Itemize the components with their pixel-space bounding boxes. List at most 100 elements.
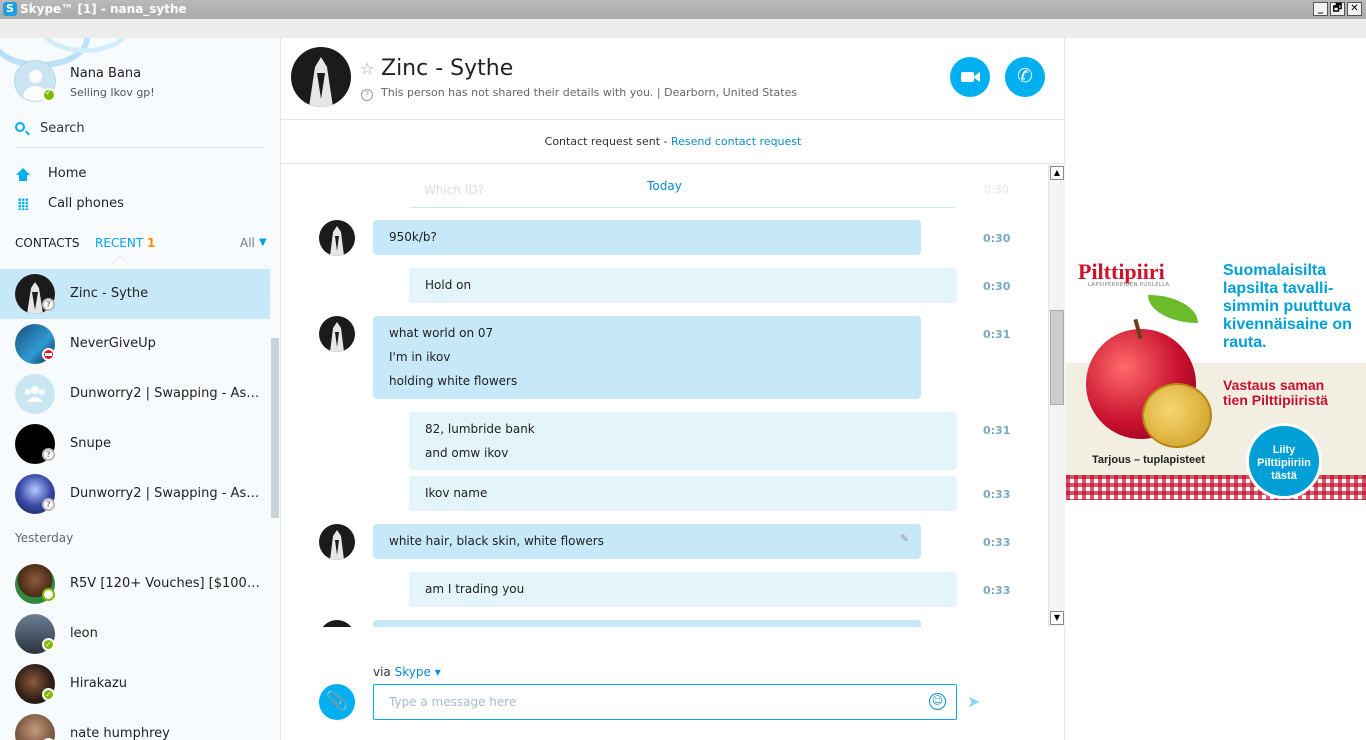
nav-home-label: Home: [48, 166, 87, 181]
contact-item[interactable]: ? Dunworry2 | Swapping - Ask...: [0, 469, 270, 519]
unknown-status-icon: ?: [42, 498, 55, 511]
window-title-bar: S Skype™ [1] - nana_sythe _ 🗗 ✕: [0, 0, 1366, 19]
sidebar-scrollbar[interactable]: [271, 338, 279, 518]
contact-list: ? Zinc - Sythe NeverGiveUp Dunworry2 | S…: [0, 269, 270, 740]
yesterday-label: Yesterday: [15, 531, 74, 545]
skype-logo-icon: S: [3, 2, 17, 16]
profile-name[interactable]: Nana Bana: [70, 66, 141, 81]
contact-item[interactable]: NeverGiveUp: [0, 319, 270, 369]
message-text: and omw ikov: [425, 446, 509, 460]
restore-button[interactable]: 🗗: [1330, 2, 1345, 16]
message-bubble-incoming[interactable]: 950k/b?: [373, 220, 921, 255]
message-bubble-incoming[interactable]: what world on 07 I'm in ikov holding whi…: [373, 316, 921, 399]
message-timestamp: 0:33: [983, 584, 1011, 597]
emoticon-icon[interactable]: ☺: [929, 693, 946, 710]
message-timestamp: 0:30: [983, 280, 1011, 293]
message-bubble-outgoing[interactable]: am I trading you: [409, 572, 957, 607]
contact-name: nate humphrey: [70, 726, 170, 740]
contact-item[interactable]: ✓ nate humphrey: [0, 709, 270, 740]
profile-mood[interactable]: Selling Ikov gp!: [70, 86, 155, 99]
dialpad-icon: [15, 197, 31, 211]
contact-avatar: [15, 714, 55, 740]
message-timestamp: 0:33: [983, 536, 1011, 549]
chevron-down-icon[interactable]: ▼: [259, 237, 267, 248]
sender-avatar[interactable]: [319, 620, 355, 627]
message-timestamp: 0:31: [983, 424, 1011, 437]
nav-call-phones-label: Call phones: [48, 196, 124, 211]
paperclip-icon: 📎: [325, 691, 349, 712]
message-scrollbar[interactable]: ▲ ▼: [1048, 165, 1065, 627]
message-bubble-incoming[interactable]: white hair, black skin, white flowers ✎: [373, 524, 921, 559]
search-box[interactable]: Search: [15, 120, 265, 148]
online-status-icon: ✓: [42, 638, 55, 651]
contact-item[interactable]: ? Snupe: [0, 419, 270, 469]
favorite-star-icon[interactable]: ☆: [360, 59, 374, 78]
scroll-down-arrow-icon[interactable]: ▼: [1050, 611, 1064, 625]
help-icon: ?: [361, 89, 373, 101]
window-controls: _ 🗗 ✕: [1313, 2, 1362, 16]
via-service[interactable]: Skype: [395, 665, 431, 679]
contact-item[interactable]: ✓ leon: [0, 609, 270, 659]
ad-answer: Vastaus saman tien Pilttipiiristä: [1223, 377, 1329, 408]
contact-item[interactable]: ✓ Hirakazu: [0, 659, 270, 709]
online-status-icon[interactable]: [42, 88, 56, 102]
minimize-button[interactable]: _: [1313, 2, 1328, 16]
message-text: 950k/b?: [389, 230, 437, 244]
tab-contacts[interactable]: CONTACTS: [15, 236, 80, 250]
unknown-status-icon: ?: [42, 298, 55, 311]
scrollbar-thumb[interactable]: [1050, 310, 1064, 405]
filter-dropdown[interactable]: All: [240, 236, 255, 250]
contact-name: Snupe: [70, 436, 111, 451]
sender-avatar[interactable]: [319, 220, 355, 256]
attach-file-button[interactable]: 📎: [319, 684, 355, 720]
contact-item[interactable]: R5V [120+ Vouches] [$100 Do...: [0, 559, 270, 609]
resend-request-link[interactable]: Resend contact request: [671, 135, 801, 148]
today-label: Today: [647, 179, 682, 193]
via-selector[interactable]: via Skype ▾: [373, 665, 441, 679]
contact-item[interactable]: ? Zinc - Sythe: [0, 269, 270, 319]
date-divider: [410, 207, 955, 208]
ad-offer: Tarjous – tuplapisteet: [1092, 454, 1205, 466]
contact-name: Zinc - Sythe: [70, 286, 149, 301]
send-icon[interactable]: ➤: [967, 692, 980, 711]
contact-request-bar: Contact request sent - Resend contact re…: [281, 120, 1065, 164]
conversation-header: ☆ Zinc - Sythe ? This person has not shar…: [281, 38, 1065, 120]
message-bubble-outgoing[interactable]: Ikov name: [409, 476, 957, 511]
phone-icon: ✆: [1017, 65, 1033, 87]
message-timestamp: 0:31: [983, 328, 1011, 341]
tab-recent[interactable]: RECENT: [95, 236, 143, 250]
menu-band: [0, 19, 1366, 38]
ad-cta-button[interactable]: Liity Pilttipiiriin tästä: [1246, 423, 1322, 499]
message-text: Hold on: [425, 278, 472, 292]
contact-name: Hirakazu: [70, 676, 128, 691]
audio-call-button[interactable]: ✆: [1005, 57, 1045, 97]
contact-name: leon: [70, 626, 98, 641]
contact-info-text: This person has not shared their details…: [381, 86, 798, 99]
window-title: Skype™ [1] - nana_sythe: [20, 2, 187, 16]
conversation-title: Zinc - Sythe: [381, 56, 514, 81]
message-bubble-outgoing[interactable]: Hold on: [409, 268, 957, 303]
group-avatar: [15, 374, 55, 414]
contact-avatar[interactable]: [291, 47, 351, 107]
chevron-down-icon[interactable]: ▾: [435, 665, 441, 679]
contact-item[interactable]: Dunworry2 | Swapping - Ask...: [0, 369, 270, 419]
section-header: Yesterday: [0, 519, 270, 559]
message-input[interactable]: [373, 684, 957, 720]
message-timestamp: 0:30: [983, 232, 1011, 245]
message-bubble-incoming[interactable]: [373, 620, 921, 627]
unknown-status-icon: ?: [42, 448, 55, 461]
video-call-button[interactable]: [950, 57, 990, 97]
message-text: am I trading you: [425, 582, 525, 596]
sender-avatar[interactable]: [319, 316, 355, 352]
sender-avatar[interactable]: [319, 524, 355, 560]
message-text: 82, lumbride bank: [425, 422, 535, 436]
conversation-panel: ☆ Zinc - Sythe ? This person has not shar…: [281, 38, 1065, 740]
close-button[interactable]: ✕: [1347, 2, 1362, 16]
message-text: I'm in ikov: [389, 350, 451, 364]
advertisement[interactable]: Pilttipiiri LAPSIPERHEIDEN PUOLELLA Suom…: [1066, 255, 1366, 500]
contact-tabs: CONTACTS RECENT 1 All ▼: [15, 236, 270, 271]
message-bubble-outgoing[interactable]: 82, lumbride bank and omw ikov: [409, 412, 957, 470]
ad-headline: Suomalaisilta lapsilta tavalli-simmin pu…: [1223, 262, 1352, 351]
message-timestamp: 0:33: [983, 488, 1011, 501]
scroll-up-arrow-icon[interactable]: ▲: [1050, 166, 1064, 180]
